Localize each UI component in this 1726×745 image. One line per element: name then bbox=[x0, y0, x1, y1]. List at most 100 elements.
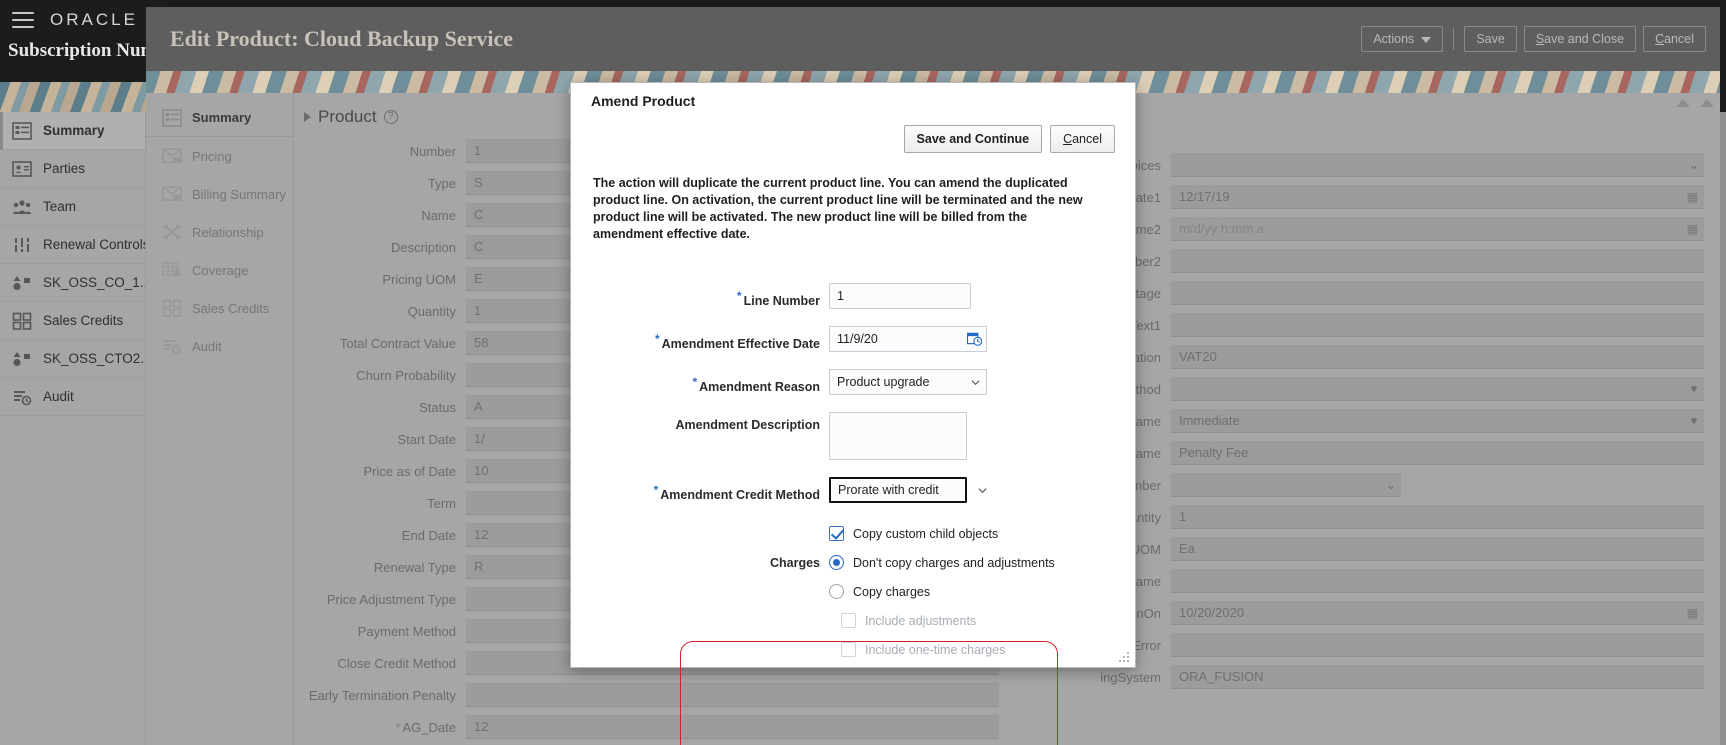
sidebar-item-sk-oss-co-1[interactable]: SK_OSS_CO_1... bbox=[0, 264, 145, 302]
field-label: Start Date bbox=[397, 431, 456, 447]
global-header: ORACLE Subscription Num bbox=[0, 0, 165, 82]
field-label: Renewal Type bbox=[373, 559, 456, 575]
tab-label: Summary bbox=[192, 110, 252, 125]
amendment-reason-select[interactable] bbox=[829, 368, 987, 395]
field-value[interactable]: Penalty Fee bbox=[1171, 441, 1704, 465]
resize-grip-icon[interactable] bbox=[1118, 651, 1130, 663]
calendar-icon[interactable]: ▦ bbox=[1687, 222, 1698, 236]
page-subtitle: Subscription Num bbox=[8, 40, 157, 61]
scroll-up-icon[interactable] bbox=[1700, 99, 1714, 107]
field-value[interactable] bbox=[1171, 249, 1704, 273]
sidebar-item-label: Parties bbox=[43, 161, 86, 176]
sidebar-item-sk-oss-cto2[interactable]: SK_OSS_CTO2... bbox=[0, 340, 145, 378]
dropdown-arrow-icon[interactable]: ▾ bbox=[1684, 377, 1704, 400]
tab-label: Billing Summary bbox=[192, 186, 286, 202]
field-value[interactable]: m/d/yy h:mm a ▦ bbox=[1171, 217, 1704, 241]
sidebar-item-label: Audit bbox=[43, 389, 74, 404]
field-label: Price as of Date bbox=[363, 463, 457, 479]
field-control bbox=[829, 411, 967, 465]
sidebar-item-audit[interactable]: Audit bbox=[0, 378, 145, 416]
option-label: Include adjustments bbox=[865, 613, 977, 628]
field-value[interactable]: VAT20 bbox=[1171, 345, 1704, 369]
oracle-logo: ORACLE bbox=[50, 10, 138, 29]
field-label: Name bbox=[421, 207, 456, 223]
sidebar-item-parties[interactable]: Parties bbox=[0, 150, 145, 188]
field-placeholder: m/d/yy h:mm a bbox=[1179, 221, 1265, 236]
save-button[interactable]: Save bbox=[1464, 26, 1517, 52]
field-label: Price Adjustment Type bbox=[326, 591, 456, 607]
sidebar-item-team[interactable]: Team bbox=[0, 188, 145, 226]
chevron-down-icon[interactable] bbox=[978, 486, 987, 495]
summary-icon bbox=[162, 108, 182, 127]
dialog-action-bar: Save and Continue Cancel bbox=[571, 115, 1135, 153]
field-value[interactable]: ▾ bbox=[1171, 377, 1704, 401]
amendment-effective-date-input[interactable] bbox=[829, 325, 987, 352]
page-title: Edit Product: Cloud Backup Service bbox=[170, 26, 514, 51]
tab-label: Coverage bbox=[192, 262, 249, 278]
field-value[interactable] bbox=[1171, 633, 1704, 657]
global-header-top: ORACLE bbox=[0, 0, 165, 40]
field-control bbox=[829, 476, 987, 503]
field-label: Number bbox=[409, 143, 456, 159]
cancel-button[interactable]: Cancel bbox=[1643, 26, 1706, 52]
field-label: Status bbox=[419, 399, 456, 415]
field-value[interactable]: Ea bbox=[1171, 537, 1704, 561]
field-label: Quantity bbox=[407, 303, 456, 319]
field-value[interactable] bbox=[1171, 569, 1704, 593]
chevron-down-icon[interactable]: ⌄ bbox=[1381, 473, 1401, 496]
tab-sales-credits[interactable]: Sales Credits bbox=[146, 289, 293, 327]
tab-relationship[interactable]: Relationship bbox=[146, 213, 293, 251]
field-value[interactable]: 10/20/2020 ▦ bbox=[1171, 601, 1704, 625]
copy-custom-child-objects-checkbox[interactable] bbox=[829, 526, 844, 542]
sidebar-item-sales-credits[interactable]: Sales Credits bbox=[0, 302, 145, 340]
field-value[interactable] bbox=[1171, 313, 1704, 337]
field-value[interactable]: 12/17/19 ▦ bbox=[1171, 185, 1704, 209]
page-scrollbar[interactable] bbox=[1720, 112, 1726, 745]
field-value[interactable]: ORA_FUSION bbox=[1171, 665, 1704, 689]
hamburger-icon[interactable] bbox=[12, 12, 34, 28]
tab-audit[interactable]: Audit bbox=[146, 327, 293, 365]
collapse-triangle-icon[interactable] bbox=[304, 112, 311, 122]
scroll-arrows[interactable] bbox=[1676, 99, 1714, 107]
summary-icon bbox=[12, 121, 32, 140]
field-value[interactable]: Immediate ▾ bbox=[1171, 409, 1704, 433]
calendar-icon[interactable] bbox=[967, 331, 982, 346]
actions-button[interactable]: Actions bbox=[1361, 26, 1444, 52]
field-label: Term bbox=[427, 495, 456, 511]
chevron-down-icon[interactable]: ⌄ bbox=[1684, 153, 1704, 176]
option-copy-custom-child-objects: Copy custom child objects bbox=[571, 526, 1135, 542]
amendment-description-textarea[interactable] bbox=[829, 411, 967, 460]
field-value[interactable]: 12 bbox=[466, 715, 999, 739]
field-value[interactable]: ⌄ bbox=[1171, 153, 1704, 177]
tab-pricing[interactable]: Pricing bbox=[146, 137, 293, 175]
field-control bbox=[829, 368, 987, 395]
dialog-description: The action will duplicate the current pr… bbox=[593, 176, 1083, 241]
dialog-cancel-button[interactable]: Cancel bbox=[1050, 125, 1115, 153]
dont-copy-charges-radio[interactable] bbox=[829, 555, 844, 571]
line-number-input[interactable] bbox=[829, 282, 971, 309]
field-value[interactable]: ⌄ bbox=[1171, 473, 1401, 497]
sidebar-item-label: Sales Credits bbox=[43, 313, 124, 328]
copy-charges-radio[interactable] bbox=[829, 584, 844, 600]
tab-summary[interactable]: Summary bbox=[146, 99, 293, 137]
field-label: Close Credit Method bbox=[337, 655, 457, 671]
sidebar-item-renewal-controls[interactable]: Renewal Controls bbox=[0, 226, 145, 264]
coverage-icon bbox=[162, 262, 180, 276]
tab-coverage[interactable]: Coverage bbox=[146, 251, 293, 289]
scroll-up-icon[interactable] bbox=[1676, 99, 1690, 107]
field-value[interactable]: 1 bbox=[1171, 505, 1704, 529]
calendar-icon[interactable]: ▦ bbox=[1687, 190, 1698, 204]
field-value[interactable] bbox=[1171, 281, 1704, 305]
tab-label: Relationship bbox=[192, 224, 264, 240]
tab-billing-summary[interactable]: Billing Summary bbox=[146, 175, 293, 213]
field-amendment-effective-date: * Amendment Effective Date bbox=[571, 325, 1135, 357]
required-marker: * bbox=[395, 719, 401, 735]
calendar-icon[interactable]: ▦ bbox=[1687, 606, 1698, 620]
save-and-close-button[interactable]: Save and Close bbox=[1523, 26, 1637, 52]
help-icon[interactable]: ? bbox=[383, 110, 398, 124]
dropdown-arrow-icon[interactable]: ▾ bbox=[1684, 409, 1704, 432]
save-and-continue-button[interactable]: Save and Continue bbox=[903, 125, 1043, 153]
amendment-credit-method-select[interactable] bbox=[829, 476, 967, 503]
field-value[interactable] bbox=[466, 683, 999, 707]
sidebar-item-summary[interactable]: Summary bbox=[0, 112, 145, 150]
